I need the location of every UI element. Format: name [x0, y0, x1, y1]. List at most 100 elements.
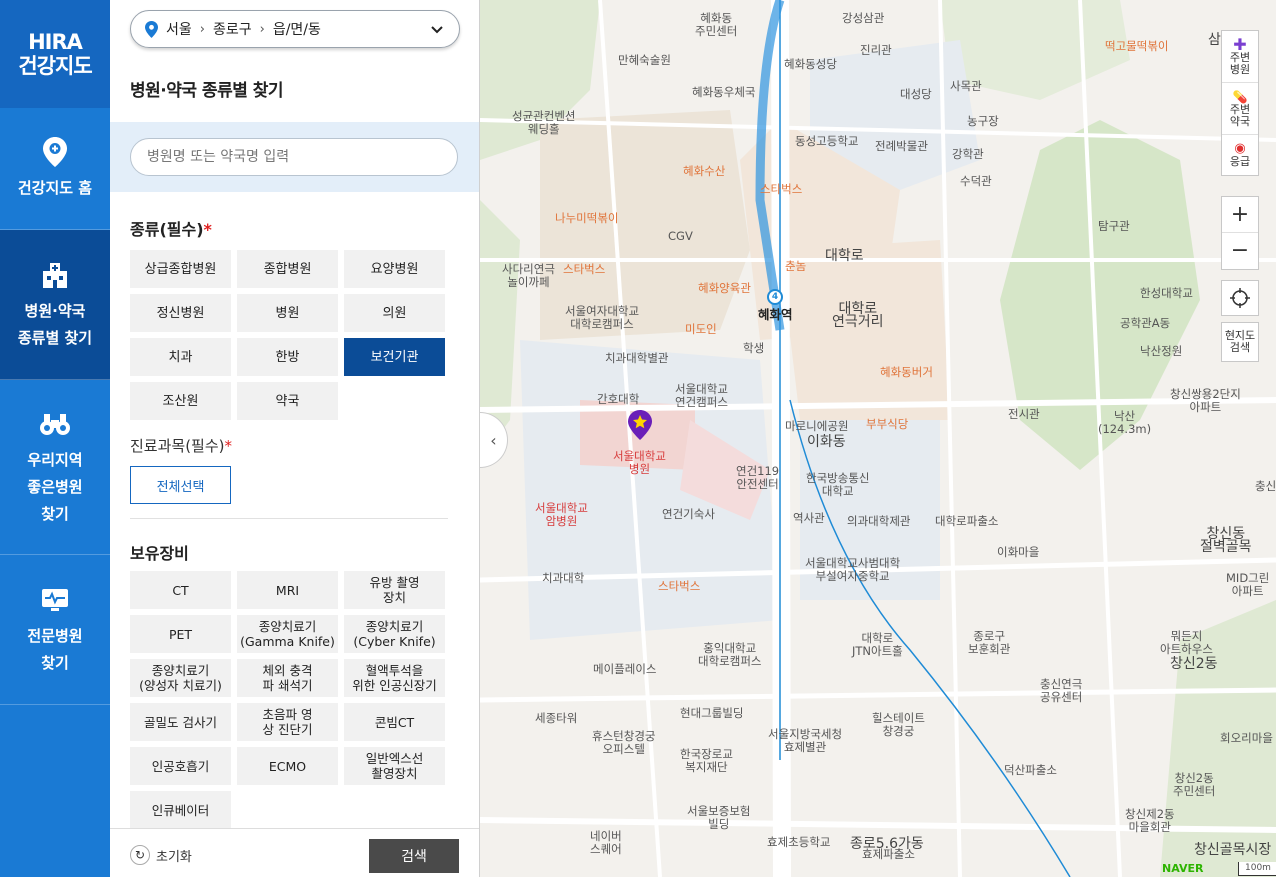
map-label: 나누미떡볶이: [555, 211, 619, 225]
zoom-in-button[interactable]: +: [1222, 197, 1258, 233]
equipment-option-label: 유방 촬영: [369, 575, 420, 590]
zoom-out-button[interactable]: −: [1222, 233, 1258, 269]
map-label: 서울대학교 연건캠퍼스: [675, 382, 728, 409]
research-label-2: 검색: [1229, 341, 1251, 354]
map-view[interactable]: 강성삼관 진리관 떡고물떡볶이 혜화동 주민센터 만혜숙술원 혜화동성당 혜화동우체국 대성당…: [480, 0, 1276, 877]
map-label: 사목관: [950, 79, 982, 93]
equipment-option-button[interactable]: 종양치료기 (양성자 치료기): [130, 659, 231, 697]
equipment-option-button[interactable]: 체외 충격 파 쇄석기: [237, 659, 338, 697]
type-option-button[interactable]: 정신병원: [130, 294, 231, 332]
zoom-controls: + −: [1221, 196, 1259, 270]
map-label: 혜화수산: [683, 164, 726, 178]
my-location-button[interactable]: [1222, 281, 1258, 315]
search-input[interactable]: [130, 138, 458, 176]
type-option-button[interactable]: 조산원: [130, 382, 231, 420]
equipment-option-button[interactable]: 인공호흡기: [130, 747, 231, 785]
map-label: 100m: [1238, 862, 1276, 876]
equipment-option-label: MRI: [275, 582, 300, 598]
map-label: 서울대학교 암병원: [535, 501, 588, 528]
hospital-marker-icon[interactable]: [628, 410, 652, 444]
map-label: 역사관: [793, 511, 825, 525]
nav-item-type-search[interactable]: 병원·약국 종류별 찾기: [0, 230, 110, 380]
reset-button[interactable]: ↻ 초기화: [130, 845, 192, 865]
map-label: 낙산 (124.3m): [1098, 409, 1152, 436]
nav-item-home[interactable]: 건강지도 홈: [0, 108, 110, 230]
emergency-button[interactable]: ◉ 응급: [1222, 135, 1258, 175]
region-city: 서울: [166, 22, 192, 38]
map-label: 혜화동우체국: [692, 85, 756, 99]
type-options: 상급종합병원 종합병원 요양병원정신병원 병원 의원치과 한방 보건기관조산원 약국: [130, 250, 448, 426]
nav-item-home-label: 건강지도 홈: [17, 179, 93, 197]
logo-line-1: HIRA: [28, 30, 83, 54]
type-option-button[interactable]: 치과: [130, 338, 231, 376]
map-label: 힐스테이트 창경궁: [872, 711, 925, 738]
equipment-option-button[interactable]: CT: [130, 571, 231, 609]
map-label: 한국방송통신 대학교: [806, 471, 870, 498]
chevron-left-icon: ‹: [490, 430, 497, 450]
select-all-subjects-button[interactable]: 전체선택: [130, 466, 231, 504]
required-mark: *: [224, 437, 233, 455]
nearby-pharmacy-label-2: 약국: [1229, 114, 1251, 128]
panel-footer: ↻ 초기화 검색: [110, 828, 479, 877]
type-option-button[interactable]: 병원: [237, 294, 338, 332]
equipment-option-button[interactable]: 초음파 영상 진단기: [237, 703, 338, 741]
nav-item-specialty-label-2: 찾기: [41, 653, 69, 672]
region-dong: 읍/면/동: [272, 22, 321, 38]
equipment-section-title: 보유장비: [130, 544, 189, 563]
region-district: 종로구: [212, 22, 252, 38]
chevron-right-icon: ›: [199, 21, 205, 37]
type-option-button[interactable]: 종합병원: [237, 250, 338, 288]
map-label: 부부식당: [866, 417, 909, 431]
main-nav: HIRA 건강지도 건강지도 홈 병원·약국 종류별 찾기 우리지역 좋은병원 …: [0, 0, 110, 877]
map-label: 창신2동: [1170, 656, 1218, 672]
search-button[interactable]: 검색: [369, 839, 459, 873]
type-option-button[interactable]: 보건기관: [344, 338, 445, 376]
map-label: 창신골목시장: [1194, 842, 1272, 858]
map-label: 연건기숙사: [662, 507, 715, 521]
equipment-option-button[interactable]: 종양치료기 (Cyber Knife): [344, 615, 445, 653]
research-control: 현지도 검색: [1221, 322, 1259, 362]
nav-item-good-hospital[interactable]: 우리지역 좋은병원 찾기: [0, 380, 110, 555]
equipment-option-label: 종양치료기: [258, 619, 317, 634]
type-option-button[interactable]: 의원: [344, 294, 445, 332]
nearby-pharmacy-button[interactable]: 💊 주변 약국: [1222, 83, 1258, 135]
map-label: 공학관A동: [1120, 316, 1171, 330]
map-label: 전례박물관: [875, 139, 928, 153]
reset-label: 초기화: [156, 849, 192, 865]
map-label: 학생: [743, 341, 765, 355]
region-select[interactable]: 서울 › 종로구 › 읍/면/동: [130, 10, 460, 48]
chevron-right-icon: ›: [259, 21, 265, 37]
equipment-option-button[interactable]: MRI: [237, 571, 338, 609]
equipment-option-label: 인큐베이터: [151, 802, 210, 818]
equipment-option-button[interactable]: 인큐베이터: [130, 791, 231, 829]
siren-icon: ◉: [1234, 141, 1246, 156]
map-label: 성균관컨벤션 웨딩홀: [512, 109, 576, 136]
binoculars-icon: [38, 407, 72, 441]
equipment-option-button[interactable]: 일반엑스선 촬영장치: [344, 747, 445, 785]
type-option-button[interactable]: 약국: [237, 382, 338, 420]
nav-item-specialty[interactable]: 전문병원 찾기: [0, 555, 110, 705]
equipment-option-button[interactable]: 유방 촬영 장치: [344, 571, 445, 609]
subway-line-4-icon: 4: [767, 289, 783, 305]
search-panel: 서울 › 종로구 › 읍/면/동 병원·약국 종류별 찾기 종류(필수)* 상급…: [110, 0, 583, 877]
equipment-option-button[interactable]: 혈액투석을 위한 인공신장기: [344, 659, 445, 697]
site-logo[interactable]: HIRA 건강지도: [0, 0, 110, 108]
equipment-option-button[interactable]: ECMO: [237, 747, 338, 785]
map-label: 대성당: [900, 87, 932, 101]
type-option-button[interactable]: 요양병원: [344, 250, 445, 288]
type-option-button[interactable]: 한방: [237, 338, 338, 376]
equipment-option-button[interactable]: 종양치료기 (Gamma Knife): [237, 615, 338, 653]
map-label: 대학로: [825, 248, 864, 264]
map-label: 진리관: [860, 43, 892, 57]
map-label: 휴스턴창경궁 오피스텔: [592, 729, 656, 756]
search-this-area-button[interactable]: 현지도 검색: [1222, 323, 1258, 361]
type-option-button[interactable]: 상급종합병원: [130, 250, 231, 288]
map-label: 간호대학: [597, 392, 640, 406]
equipment-option-label: 종양치료기: [151, 663, 210, 678]
equipment-option-button[interactable]: 콘빔CT: [344, 703, 445, 741]
equipment-option-button[interactable]: PET: [130, 615, 231, 653]
nearby-hospital-button[interactable]: ✚ 주변 병원: [1222, 31, 1258, 83]
location-pin-icon: [145, 20, 158, 38]
equipment-option-button[interactable]: 골밀도 검사기: [130, 703, 231, 741]
map-label: 충신: [1255, 479, 1276, 493]
